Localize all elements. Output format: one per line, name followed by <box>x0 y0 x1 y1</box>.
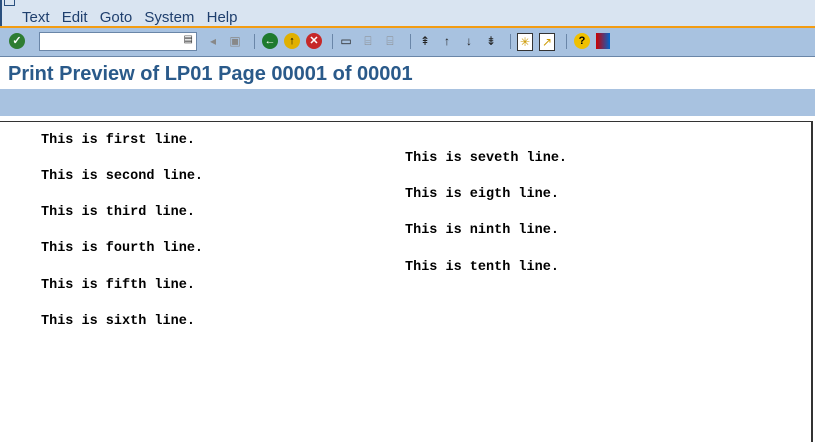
cancel-icon[interactable]: ✕ <box>306 33 322 49</box>
enter-check-icon[interactable]: ✓ <box>9 33 25 49</box>
back-icon[interactable]: ← <box>262 33 278 49</box>
menu-bar: Text Edit Goto System Help <box>0 0 815 26</box>
back-arrow-icon: ◂ <box>209 34 217 48</box>
document-line: This is seveth line. <box>405 151 568 166</box>
exit-icon[interactable]: ↑ <box>284 33 300 49</box>
document-line: This is first line. <box>41 133 195 148</box>
document-line: This is second line. <box>41 169 204 184</box>
customize-layout-icon[interactable] <box>596 33 610 49</box>
title-bar: Print Preview of LP01 Page 00001 of 0000… <box>0 57 815 90</box>
document-line: This is ninth line. <box>405 223 559 238</box>
print-icon[interactable]: ▭ <box>339 33 353 49</box>
page-title: Print Preview of LP01 Page 00001 of 0000… <box>8 63 413 85</box>
window-icon[interactable] <box>4 0 15 6</box>
command-history-icon[interactable]: ▤ <box>184 34 193 45</box>
standard-toolbar: ✓ ▤ ◂ ▣ ← ↑ ✕ ▭ ⌸ ⌸ ⇞ ↑ ↓ ⇟ ✳ ↗ ? <box>0 28 815 57</box>
document-line: This is fifth line. <box>41 278 195 293</box>
command-field[interactable]: ▤ <box>39 32 197 51</box>
document-line: This is eigth line. <box>405 187 559 202</box>
document-line: This is third line. <box>41 205 195 220</box>
previous-page-icon[interactable]: ↑ <box>440 33 454 49</box>
menu-system[interactable]: System <box>144 9 194 26</box>
menu-text[interactable]: Text <box>22 9 50 26</box>
last-page-icon[interactable]: ⇟ <box>484 33 498 49</box>
document-line: This is fourth line. <box>41 241 204 256</box>
save-icon: ▣ <box>229 34 241 48</box>
menu-edit[interactable]: Edit <box>62 9 88 26</box>
application-toolbar <box>0 90 815 116</box>
shortcut-icon[interactable]: ↗ <box>539 33 555 51</box>
create-session-icon[interactable]: ✳ <box>517 33 533 51</box>
first-page-icon[interactable]: ⇞ <box>418 33 432 49</box>
document-line: This is tenth line. <box>405 260 559 275</box>
menu-goto[interactable]: Goto <box>100 9 133 26</box>
next-page-icon[interactable]: ↓ <box>462 33 476 49</box>
menu-help[interactable]: Help <box>207 9 238 26</box>
help-icon[interactable]: ? <box>574 33 590 49</box>
find-next-icon: ⌸ <box>386 34 394 48</box>
find-icon: ⌸ <box>364 34 372 48</box>
document-line: This is sixth line. <box>41 314 195 329</box>
print-preview-area: This is first line. This is second line.… <box>0 121 813 442</box>
